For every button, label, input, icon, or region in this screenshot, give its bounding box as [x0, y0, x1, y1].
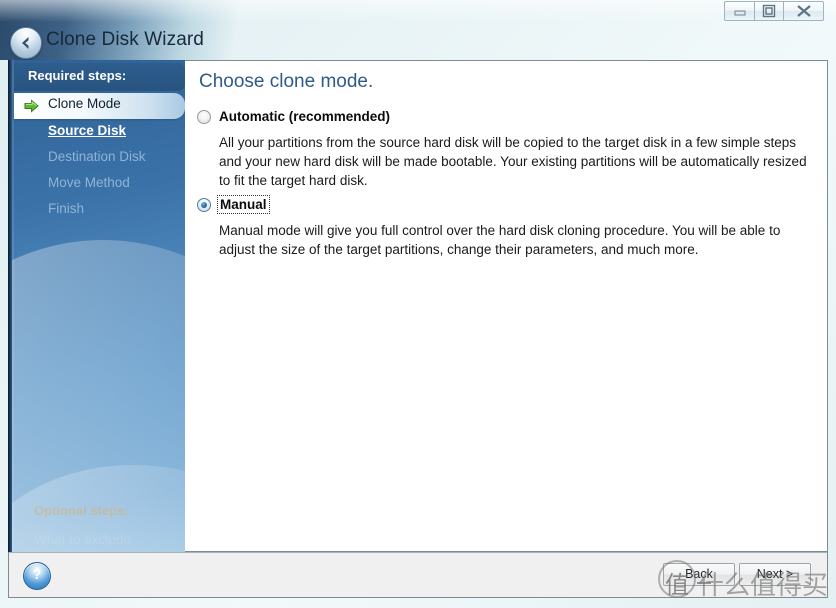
close-button[interactable] [784, 1, 824, 21]
radio-automatic-label[interactable]: Automatic (recommended) [219, 109, 390, 124]
maximize-icon [762, 4, 776, 18]
wizard-content-panel: Choose clone mode. Automatic (recommende… [185, 60, 828, 552]
wizard-footer: ? Back Next > [8, 552, 828, 598]
radio-automatic[interactable] [197, 110, 211, 124]
title-bar: Clone Disk Wizard [0, 0, 836, 60]
window-title: Clone Disk Wizard [46, 29, 204, 50]
sidebar-item-label: Finish [48, 201, 85, 216]
back-arrow-glyph [22, 37, 29, 49]
clone-disk-wizard-window: Clone Disk Wizard Required steps: Clone … [0, 0, 836, 608]
back-button[interactable]: Back [663, 563, 735, 586]
next-button[interactable]: Next > [739, 563, 811, 586]
option-description-automatic: All your partitions from the source hard… [219, 135, 807, 188]
radio-row-manual: Manual [195, 195, 815, 217]
radio-manual-label[interactable]: Manual [217, 195, 270, 214]
sidebar-item-finish: Finish [14, 198, 185, 224]
required-steps-header: Required steps: [14, 63, 185, 91]
window-body: Required steps: Clone Mode Source Disk D… [8, 60, 828, 552]
optional-steps-header: Optional steps: [34, 503, 129, 518]
sidebar-item-move-method: Move Method [14, 172, 185, 198]
sidebar-item-clone-mode[interactable]: Clone Mode [14, 93, 185, 119]
current-step-arrow-icon [24, 99, 39, 113]
clone-mode-option-manual: Manual Manual mode will give you full co… [195, 195, 815, 257]
option-description-manual: Manual mode will give you full control o… [219, 223, 781, 257]
sidebar-item-label: Source Disk [48, 123, 127, 138]
sidebar-item-source-disk[interactable]: Source Disk [14, 120, 185, 146]
wizard-step-sidebar: Required steps: Clone Mode Source Disk D… [8, 60, 185, 552]
sidebar-item-label: Move Method [48, 175, 130, 190]
radio-row-automatic: Automatic (recommended) [195, 109, 815, 129]
sidebar-item-destination-disk: Destination Disk [14, 146, 185, 172]
minimize-button[interactable] [724, 1, 754, 21]
help-label: ? [32, 566, 42, 582]
sidebar-item-label: Destination Disk [48, 149, 146, 164]
sidebar-item-label: Clone Mode [48, 96, 121, 111]
maximize-button[interactable] [754, 1, 784, 21]
back-arrow-icon[interactable] [10, 27, 42, 59]
help-question-icon[interactable]: ? [23, 562, 51, 590]
minimize-icon [734, 10, 745, 16]
radio-manual[interactable] [197, 198, 211, 212]
footer-divider [9, 552, 827, 553]
required-steps-header-label: Required steps: [28, 68, 127, 83]
clone-mode-option-automatic: Automatic (recommended) All your partiti… [195, 109, 815, 188]
page-title: Choose clone mode. [199, 71, 374, 92]
close-icon [796, 5, 811, 17]
titlebar-highlight [0, 0, 836, 22]
sidebar-item-what-to-exclude: What to exclude [34, 532, 131, 547]
